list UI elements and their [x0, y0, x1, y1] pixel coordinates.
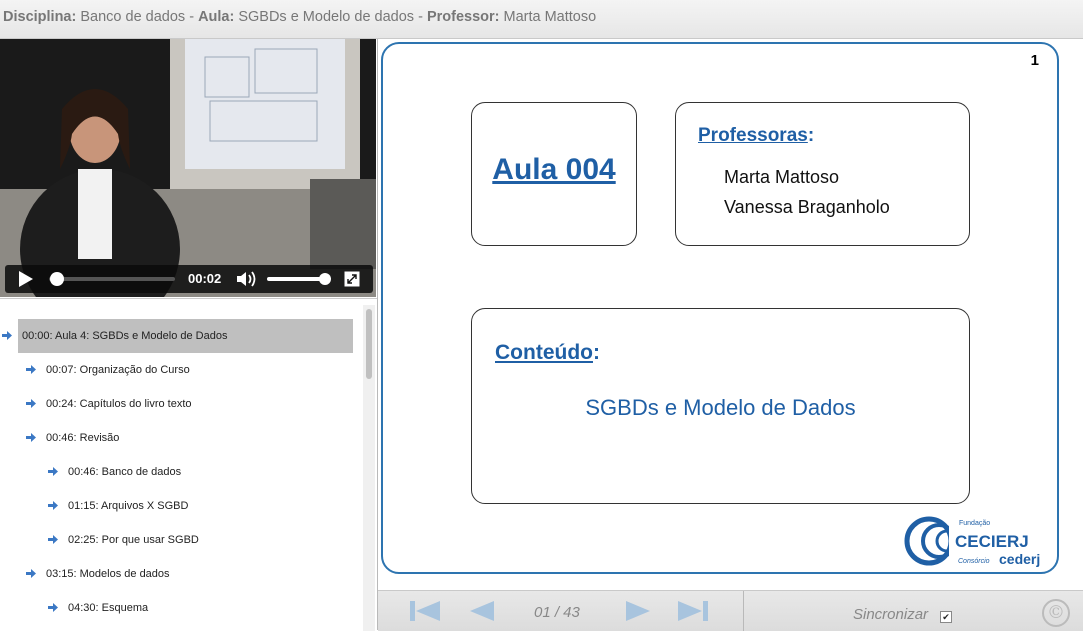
separator: - [185, 9, 195, 25]
video-frame [0, 39, 376, 297]
last-slide-icon[interactable] [676, 601, 708, 621]
fullscreen-icon[interactable] [344, 271, 360, 287]
volume-slider[interactable] [267, 277, 327, 281]
copyright-icon[interactable]: © [1042, 599, 1070, 627]
next-slide-icon[interactable] [626, 601, 650, 621]
chapter-label: 02:25: Por que usar SGBD [68, 534, 199, 546]
chapter-label: 03:15: Modelos de dados [46, 568, 170, 580]
disciplina-label: Disciplina: [3, 9, 77, 25]
chapter-label: 00:07: Organização do Curso [46, 364, 190, 376]
conteudo-label: Conteúdo [495, 341, 593, 364]
course-header: Disciplina: Banco de dados - Aula: SGBDs… [0, 0, 1083, 39]
chapter-item[interactable]: 00:00: Aula 4: SGBDs e Modelo de Dados [0, 319, 362, 353]
chapter-item[interactable]: 01:15: Arquivos X SGBD [0, 489, 362, 523]
chapter-arrow-icon [26, 433, 36, 442]
chapter-arrow-icon [48, 603, 58, 612]
separator: - [414, 9, 423, 25]
sync-label: Sincronizar [853, 606, 929, 623]
first-slide-icon[interactable] [410, 601, 442, 621]
chapter-arrow-icon [26, 365, 36, 374]
chapter-arrow-icon [48, 467, 58, 476]
chapter-label: 01:15: Arquivos X SGBD [68, 500, 189, 512]
chapter-arrow-icon [48, 501, 58, 510]
aula-box: Aula 004 [471, 102, 637, 246]
volume-handle[interactable] [319, 273, 331, 285]
disciplina-value: Banco de dados [80, 9, 186, 25]
seek-bar[interactable] [49, 277, 175, 281]
aula-label: Aula: [198, 9, 235, 25]
chapter-item[interactable]: 02:25: Por que usar SGBD [0, 523, 362, 557]
chapter-arrow-icon [48, 535, 58, 544]
logo-top-text: Fundação [959, 520, 990, 527]
current-time: 00:02 [188, 271, 222, 286]
chapter-item[interactable]: 00:07: Organização do Curso [0, 353, 362, 387]
logo-bottom-text: Consórcio [958, 558, 990, 565]
chapter-item[interactable]: 04:30: Esquema [0, 591, 362, 625]
aula-value: SGBDs e Modelo de dados [238, 9, 415, 25]
chapter-label: 04:30: Esquema [68, 602, 149, 614]
chapter-item[interactable]: 00:24: Capítulos do livro texto [0, 387, 362, 421]
slide-frame: 1 Aula 004 Professoras: Marta Mattoso Va… [381, 42, 1059, 574]
chapter-list-panel: 00:00: Aula 4: SGBDs e Modelo de Dados 00… [0, 298, 377, 631]
seek-handle[interactable] [49, 272, 64, 286]
professor-label: Professor: [426, 9, 500, 25]
professoras-colon: : [807, 125, 815, 146]
conteudo-text: SGBDs e Modelo de Dados [585, 395, 856, 420]
course-header-text: Disciplina: Banco de dados - Aula: SGBDs… [0, 0, 1083, 34]
slide-page-number: 1 [1030, 52, 1039, 69]
chapter-arrow-icon [2, 331, 12, 340]
slide-navigation-bar: 01 / 43 Sincronizar ✔ © [378, 590, 1083, 631]
logo-brand-text: cederj [999, 551, 1040, 567]
chapter-label: 00:24: Capítulos do livro texto [46, 398, 192, 410]
sync-checkbox[interactable]: ✔ [940, 611, 952, 623]
panel-divider [377, 39, 378, 630]
play-icon[interactable] [19, 271, 33, 287]
aula-title: Aula 004 [492, 153, 616, 186]
professora-name: Marta Mattoso [724, 167, 840, 187]
video-controls: 00:02 [5, 265, 373, 293]
page-indicator: 01 / 43 [534, 604, 580, 621]
volume-icon[interactable] [235, 270, 257, 288]
previous-slide-icon[interactable] [470, 601, 494, 621]
chapter-item[interactable]: 03:15: Modelos de dados [0, 557, 362, 591]
chapter-item[interactable]: 00:46: Banco de dados [0, 455, 362, 489]
professor-value: Marta Mattoso [503, 9, 597, 25]
professora-name: Vanessa Braganholo [724, 197, 890, 217]
professoras-heading: Professoras: [698, 125, 814, 147]
conteudo-heading: Conteúdo: [495, 341, 600, 365]
conteudo-box: Conteúdo: SGBDs e Modelo de Dados [471, 308, 970, 504]
chapter-label: 00:46: Banco de dados [68, 466, 182, 478]
professoras-label: Professoras [698, 125, 808, 146]
chapter-arrow-icon [26, 399, 36, 408]
cecierj-logo: Fundação CECIERJ Consórcio cederj [904, 516, 1040, 567]
chapter-arrow-icon [26, 569, 36, 578]
conteudo-colon: : [592, 341, 600, 364]
logo-name-text: CECIERJ [955, 532, 1029, 551]
chapter-label: 00:00: Aula 4: SGBDs e Modelo de Dados [22, 330, 228, 342]
chapter-label: 00:46: Revisão [46, 432, 120, 444]
scrollbar-thumb[interactable] [366, 309, 372, 379]
professoras-box: Professoras: Marta Mattoso Vanessa Braga… [675, 102, 970, 246]
chapter-item[interactable]: 00:46: Revisão [0, 421, 362, 455]
bar-separator [743, 591, 744, 631]
chapter-list: 00:00: Aula 4: SGBDs e Modelo de Dados 00… [0, 319, 362, 625]
video-player[interactable]: 00:02 [0, 39, 376, 297]
